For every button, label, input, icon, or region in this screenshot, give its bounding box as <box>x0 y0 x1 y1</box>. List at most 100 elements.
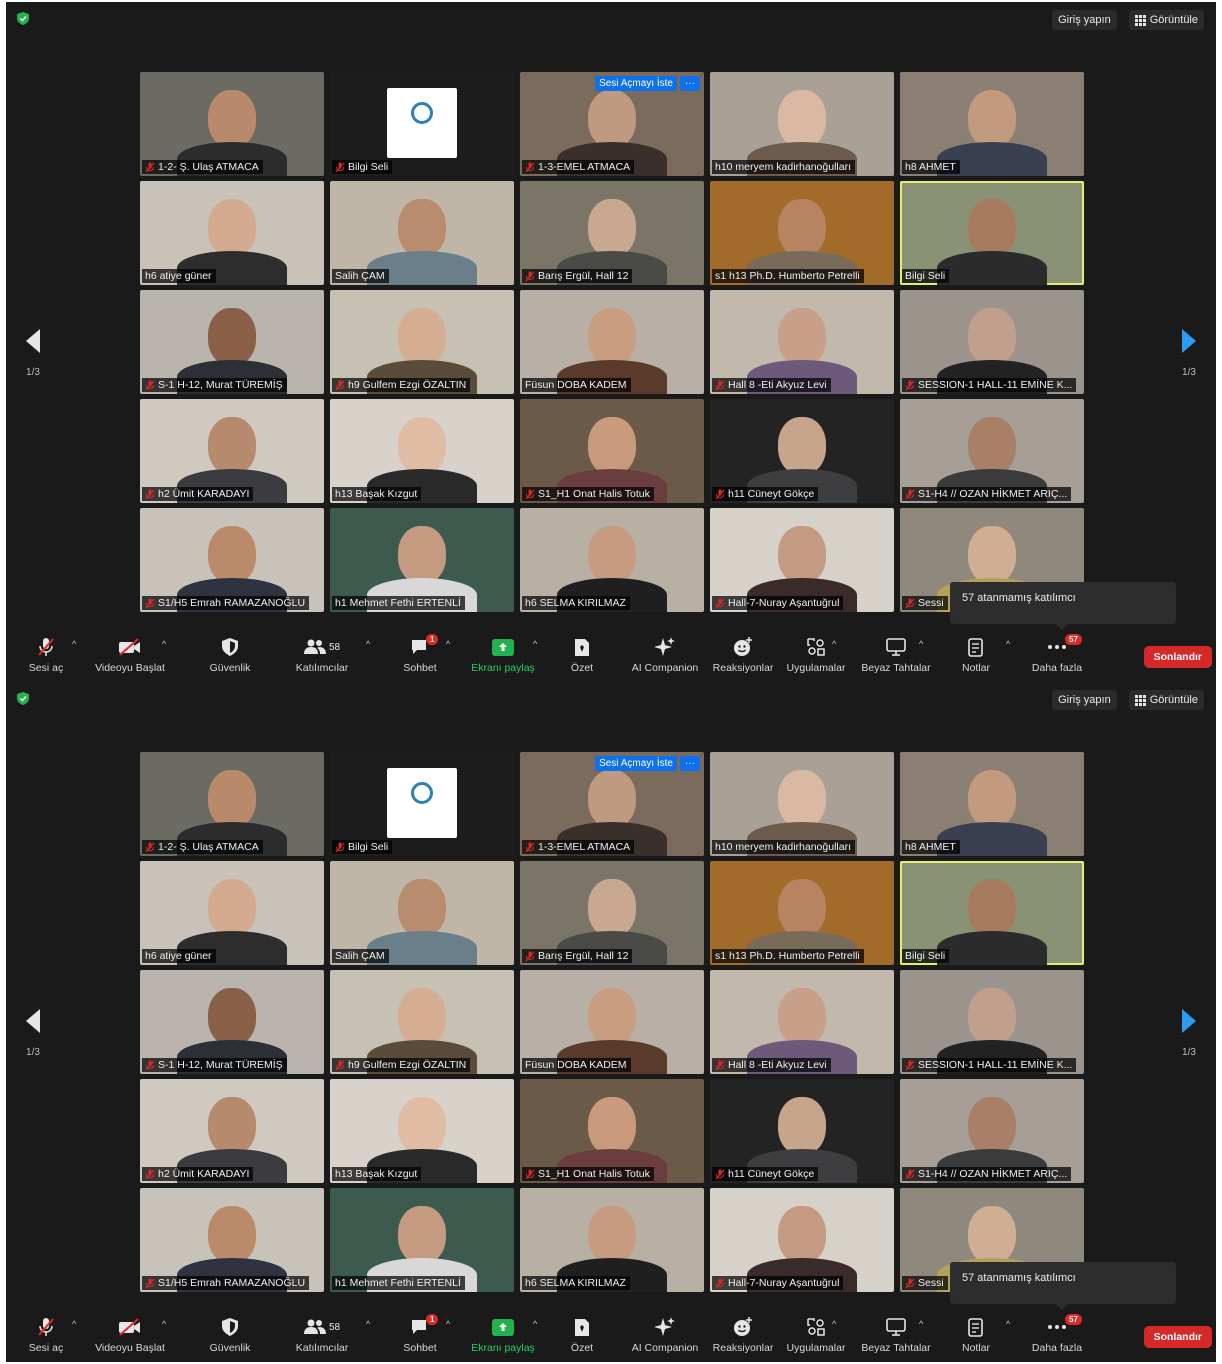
reactions-button[interactable]: Reaksiyonlar <box>703 1316 783 1354</box>
ai-companion-button[interactable]: AI Companion <box>619 1316 711 1354</box>
whiteboards-options-caret-icon[interactable]: ^ <box>919 639 923 649</box>
share-screen-button[interactable]: Ekranı paylaş <box>463 636 543 674</box>
audio-options-caret-icon[interactable]: ^ <box>72 639 76 649</box>
participant-video-tile[interactable]: h13 Başak Kızgut <box>330 1079 514 1183</box>
participant-video-tile[interactable]: S1_H1 Onat Halis Totuk <box>520 399 704 503</box>
participant-video-tile[interactable]: SESSION-1 HALL-11 EMİNE K... <box>900 290 1084 394</box>
participants-button[interactable]: 58 Katılımcılar <box>282 636 362 674</box>
participant-video-tile[interactable]: Barış Ergül, Hall 12 <box>520 181 704 285</box>
participant-video-tile[interactable]: S1_H1 Onat Halis Totuk <box>520 1079 704 1183</box>
participant-video-tile[interactable]: h2 Ümit KARADAYI <box>140 1079 324 1183</box>
next-page-button[interactable]: 1/3 <box>1174 328 1204 378</box>
end-meeting-button[interactable]: Sonlandır <box>1143 646 1212 668</box>
participant-video-tile[interactable]: S1/H5 Emrah RAMAZANOĞLU <box>140 1188 324 1292</box>
video-options-caret-icon[interactable]: ^ <box>162 639 166 649</box>
more-button[interactable]: 57 Daha fazla <box>1017 1314 1097 1354</box>
summary-button[interactable]: Özet <box>542 636 622 674</box>
security-button[interactable]: Güvenlik <box>190 1316 270 1354</box>
more-button[interactable]: 57 Daha fazla <box>1017 634 1097 674</box>
participant-video-tile[interactable]: Bilgi Seli <box>330 752 514 856</box>
sign-in-button[interactable]: Giriş yapın <box>1052 690 1117 710</box>
share-screen-button[interactable]: Ekranı paylaş <box>463 1316 543 1354</box>
participant-video-tile[interactable]: h1 Mehmet Fethi ERTENLİ <box>330 1188 514 1292</box>
whiteboards-button[interactable]: Beyaz Tahtalar <box>850 636 942 674</box>
participant-video-tile[interactable]: h11 Cüneyt Gökçe <box>710 1079 894 1183</box>
participant-video-tile[interactable]: h6 atiye güner <box>140 861 324 965</box>
participant-video-tile[interactable]: 1-3-EMEL ATMACA Sesi Açmayı İste ··· <box>520 752 704 856</box>
apps-button[interactable]: Uygulamalar <box>776 636 856 674</box>
participant-video-tile[interactable]: h10 meryem kadirhanoğulları <box>710 752 894 856</box>
ask-to-unmute-button[interactable]: Sesi Açmayı İste <box>595 756 677 771</box>
participant-video-tile[interactable]: S-1 H-12, Murat TÜREMİŞ <box>140 290 324 394</box>
participant-video-tile[interactable]: s1 h13 Ph.D. Humberto Petrelli <box>710 181 894 285</box>
whiteboards-button[interactable]: Beyaz Tahtalar <box>850 1316 942 1354</box>
participant-video-tile[interactable]: h6 atiye güner <box>140 181 324 285</box>
ai-companion-button[interactable]: AI Companion <box>619 636 711 674</box>
participant-video-tile[interactable]: 1-2- Ş. Ulaş ATMACA <box>140 72 324 176</box>
participants-options-caret-icon[interactable]: ^ <box>366 1319 370 1329</box>
participant-video-tile[interactable]: Hall 8 -Eti Akyuz Levi <box>710 970 894 1074</box>
participant-video-tile[interactable]: S-1 H-12, Murat TÜREMİŞ <box>140 970 324 1074</box>
video-options-caret-icon[interactable]: ^ <box>162 1319 166 1329</box>
participant-video-tile[interactable]: Bilgi Seli <box>900 181 1084 285</box>
audio-options-caret-icon[interactable]: ^ <box>72 1319 76 1329</box>
security-button[interactable]: Güvenlik <box>190 636 270 674</box>
participant-video-tile[interactable]: h2 Ümit KARADAYI <box>140 399 324 503</box>
participant-video-tile[interactable]: Füsun DOBA KADEM <box>520 290 704 394</box>
participants-button[interactable]: 58 Katılımcılar <box>282 1316 362 1354</box>
previous-page-button[interactable]: 1/3 <box>18 328 48 378</box>
share-options-caret-icon[interactable]: ^ <box>533 1319 537 1329</box>
participant-video-tile[interactable]: S1/H5 Emrah RAMAZANOĞLU <box>140 508 324 612</box>
participant-video-tile[interactable]: Barış Ergül, Hall 12 <box>520 861 704 965</box>
participant-video-tile[interactable]: 1-3-EMEL ATMACA Sesi Açmayı İste ··· <box>520 72 704 176</box>
participant-video-tile[interactable]: h10 meryem kadirhanoğulları <box>710 72 894 176</box>
participant-video-tile[interactable]: h9 Gulfem Ezgi ÖZALTIN <box>330 970 514 1074</box>
participant-video-tile[interactable]: Salih ÇAM <box>330 181 514 285</box>
ask-to-unmute-button[interactable]: Sesi Açmayı İste <box>595 76 677 91</box>
whiteboards-options-caret-icon[interactable]: ^ <box>919 1319 923 1329</box>
participant-video-tile[interactable]: S1-H4 // OZAN HİKMET ARIÇ... <box>900 399 1084 503</box>
sign-in-button[interactable]: Giriş yapın <box>1052 10 1117 30</box>
participant-video-tile[interactable]: h9 Gulfem Ezgi ÖZALTIN <box>330 290 514 394</box>
reactions-button[interactable]: Reaksiyonlar <box>703 636 783 674</box>
participant-video-tile[interactable]: h6 SELMA KIRILMAZ <box>520 1188 704 1292</box>
share-options-caret-icon[interactable]: ^ <box>533 639 537 649</box>
participant-video-tile[interactable]: h6 SELMA KIRILMAZ <box>520 508 704 612</box>
end-meeting-button[interactable]: Sonlandır <box>1143 1326 1212 1348</box>
previous-page-button[interactable]: 1/3 <box>18 1008 48 1058</box>
summary-button[interactable]: Özet <box>542 1316 622 1354</box>
notes-options-caret-icon[interactable]: ^ <box>1006 1319 1010 1329</box>
participant-video-tile[interactable]: h11 Cüneyt Gökçe <box>710 399 894 503</box>
next-page-button[interactable]: 1/3 <box>1174 1008 1204 1058</box>
view-button[interactable]: Görüntüle <box>1128 690 1204 710</box>
participant-video-tile[interactable]: Hall 8 -Eti Akyuz Levi <box>710 290 894 394</box>
participant-video-tile[interactable]: h8 AHMET <box>900 72 1084 176</box>
participant-video-tile[interactable]: Hall-7-Nuray Aşantuğrul <box>710 1188 894 1292</box>
encryption-shield-icon[interactable] <box>17 692 29 705</box>
start-video-button[interactable]: Videoyu Başlat <box>90 1316 170 1354</box>
participant-video-tile[interactable]: SESSION-1 HALL-11 EMİNE K... <box>900 970 1084 1074</box>
notes-options-caret-icon[interactable]: ^ <box>1006 639 1010 649</box>
encryption-shield-icon[interactable] <box>17 12 29 25</box>
chat-options-caret-icon[interactable]: ^ <box>446 1319 450 1329</box>
chat-options-caret-icon[interactable]: ^ <box>446 639 450 649</box>
notes-button[interactable]: Notlar <box>936 1316 1016 1354</box>
tile-more-options-button[interactable]: ··· <box>680 756 700 771</box>
participant-video-tile[interactable]: 1-2- Ş. Ulaş ATMACA <box>140 752 324 856</box>
participant-video-tile[interactable]: Füsun DOBA KADEM <box>520 970 704 1074</box>
start-video-button[interactable]: Videoyu Başlat <box>90 636 170 674</box>
view-button[interactable]: Görüntüle <box>1128 10 1204 30</box>
participant-video-tile[interactable]: h13 Başak Kızgut <box>330 399 514 503</box>
participant-video-tile[interactable]: Hall-7-Nuray Aşantuğrul <box>710 508 894 612</box>
apps-options-caret-icon[interactable]: ^ <box>832 639 836 649</box>
participant-video-tile[interactable]: Bilgi Seli <box>330 72 514 176</box>
participant-video-tile[interactable]: S1-H4 // OZAN HİKMET ARIÇ... <box>900 1079 1084 1183</box>
participant-video-tile[interactable]: Salih ÇAM <box>330 861 514 965</box>
participant-video-tile[interactable]: s1 h13 Ph.D. Humberto Petrelli <box>710 861 894 965</box>
notes-button[interactable]: Notlar <box>936 636 1016 674</box>
tile-more-options-button[interactable]: ··· <box>680 76 700 91</box>
participants-options-caret-icon[interactable]: ^ <box>366 639 370 649</box>
apps-options-caret-icon[interactable]: ^ <box>832 1319 836 1329</box>
participant-video-tile[interactable]: h8 AHMET <box>900 752 1084 856</box>
apps-button[interactable]: Uygulamalar <box>776 1316 856 1354</box>
